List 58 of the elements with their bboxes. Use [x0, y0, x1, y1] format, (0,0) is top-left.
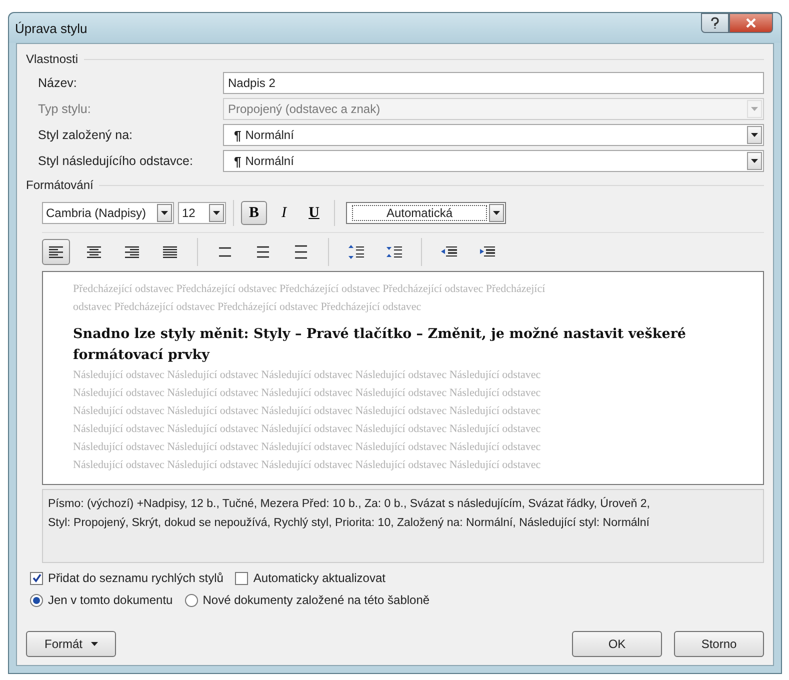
preview-text: Následující odstavec Následující odstavec Následující odstavec Následující odstavec Následující odstavec [73, 458, 542, 473]
field-label: Styl založený na: [38, 128, 134, 142]
checkbox[interactable] [235, 572, 248, 584]
dropdown-arrow-icon [493, 211, 500, 215]
align-left-button[interactable] [42, 239, 70, 265]
field-label: Název: [38, 76, 78, 90]
space-decrease-icon [385, 244, 403, 260]
font-dropdown[interactable]: Cambria (Nadpisy) [42, 202, 174, 224]
preview-heading: Snadno lze styly měnit: Styly – Pravé tlačítko – Změnit, je možné nastavit veškeré formátovací prvky [73, 325, 688, 365]
section-title: Formátování [26, 178, 94, 192]
preview-text: Následující odstavec Následující odstavec Následující odstavec Následující odstavec Následující odstavec [73, 440, 542, 455]
spacing-one-half-icon [254, 244, 272, 260]
underline-button[interactable]: U [301, 201, 327, 225]
align-left-icon [47, 244, 65, 260]
justify-icon [161, 244, 179, 260]
cancel-button[interactable]: Storno [674, 631, 764, 657]
dropdown-arrow-icon [751, 133, 758, 137]
close-button[interactable] [729, 13, 773, 33]
preview-text: Následující odstavec Následující odstavec Následující odstavec Následující odstavec Následující odstavec [73, 386, 542, 401]
color-dropdown[interactable]: Automatická [346, 202, 506, 224]
description-text: Styl: Propojený, Skrýt, dokud se nepoužívá, Rychlý styl, Priorita: 10, Založený na: Normální, Následující styl: Normální [48, 516, 650, 531]
caret-icon [90, 642, 98, 646]
align-right-icon [123, 244, 141, 260]
checkbox-label: Přidat do seznamu rychlých stylů [48, 571, 224, 585]
preview-text: odstavec Předcházející odstavec Předcházející odstavec Předcházející odstavec [73, 300, 422, 315]
space-increase-icon [347, 244, 365, 260]
preview-text: Předcházející odstavec Předcházející odstavec Předcházející odstavec Předcházející odstavec Předcházející [73, 282, 546, 297]
radio-button[interactable] [30, 594, 43, 606]
dropdown-arrow-icon [751, 159, 758, 163]
dropdown-arrow-icon [161, 211, 168, 215]
dropdown-arrow-icon [751, 107, 758, 111]
section-title: Vlastnosti [26, 52, 78, 66]
name-field[interactable]: Nadpis 2 [223, 72, 764, 94]
radio-label: Jen v tomto dokumentu [48, 593, 173, 607]
format-button[interactable]: Formát [26, 631, 116, 657]
preview-text: Následující odstavec Následující odstavec Následující odstavec Následující odstavec Následující odstavec [73, 404, 542, 419]
radio-button[interactable] [184, 594, 198, 606]
checkbox[interactable] [30, 572, 43, 584]
checkbox-label: Automaticky aktualizovat [253, 571, 386, 585]
field-label: Typ stylu: [38, 102, 92, 116]
dropdown-arrow-icon [213, 211, 220, 215]
close-icon [745, 18, 757, 28]
style-dropdown[interactable]: ¶ Normální [223, 124, 764, 146]
size-dropdown[interactable]: 12 [178, 202, 226, 224]
help-button[interactable] [701, 13, 729, 33]
preview-text: Následující odstavec Následující odstavec Následující odstavec Následující odstavec Následující odstavec [73, 422, 542, 437]
window-title: Úprava stylu [15, 20, 88, 36]
align-center-icon [85, 244, 103, 260]
radio-label: Nové dokumenty založené na této šabloně [202, 593, 430, 607]
bold-button[interactable]: B [241, 201, 267, 225]
description-text: Písmo: (výchozí) +Nadpisy, 12 b., Tučné, Mezera Před: 10 b., Za: 0 b., Svázat s následujícím, Svázat řádky, Úroveň 2, [48, 496, 651, 512]
spacing-double-icon [292, 244, 310, 260]
preview-text: Následující odstavec Následující odstavec Následující odstavec Následující odstavec Následující odstavec [73, 368, 542, 383]
help-icon [710, 17, 720, 29]
ok-button[interactable]: OK [572, 631, 662, 657]
field-label: Styl následujícího odstavce: [38, 154, 194, 168]
italic-button[interactable]: I [271, 201, 297, 225]
style-dropdown[interactable]: ¶ Normální [223, 150, 764, 172]
